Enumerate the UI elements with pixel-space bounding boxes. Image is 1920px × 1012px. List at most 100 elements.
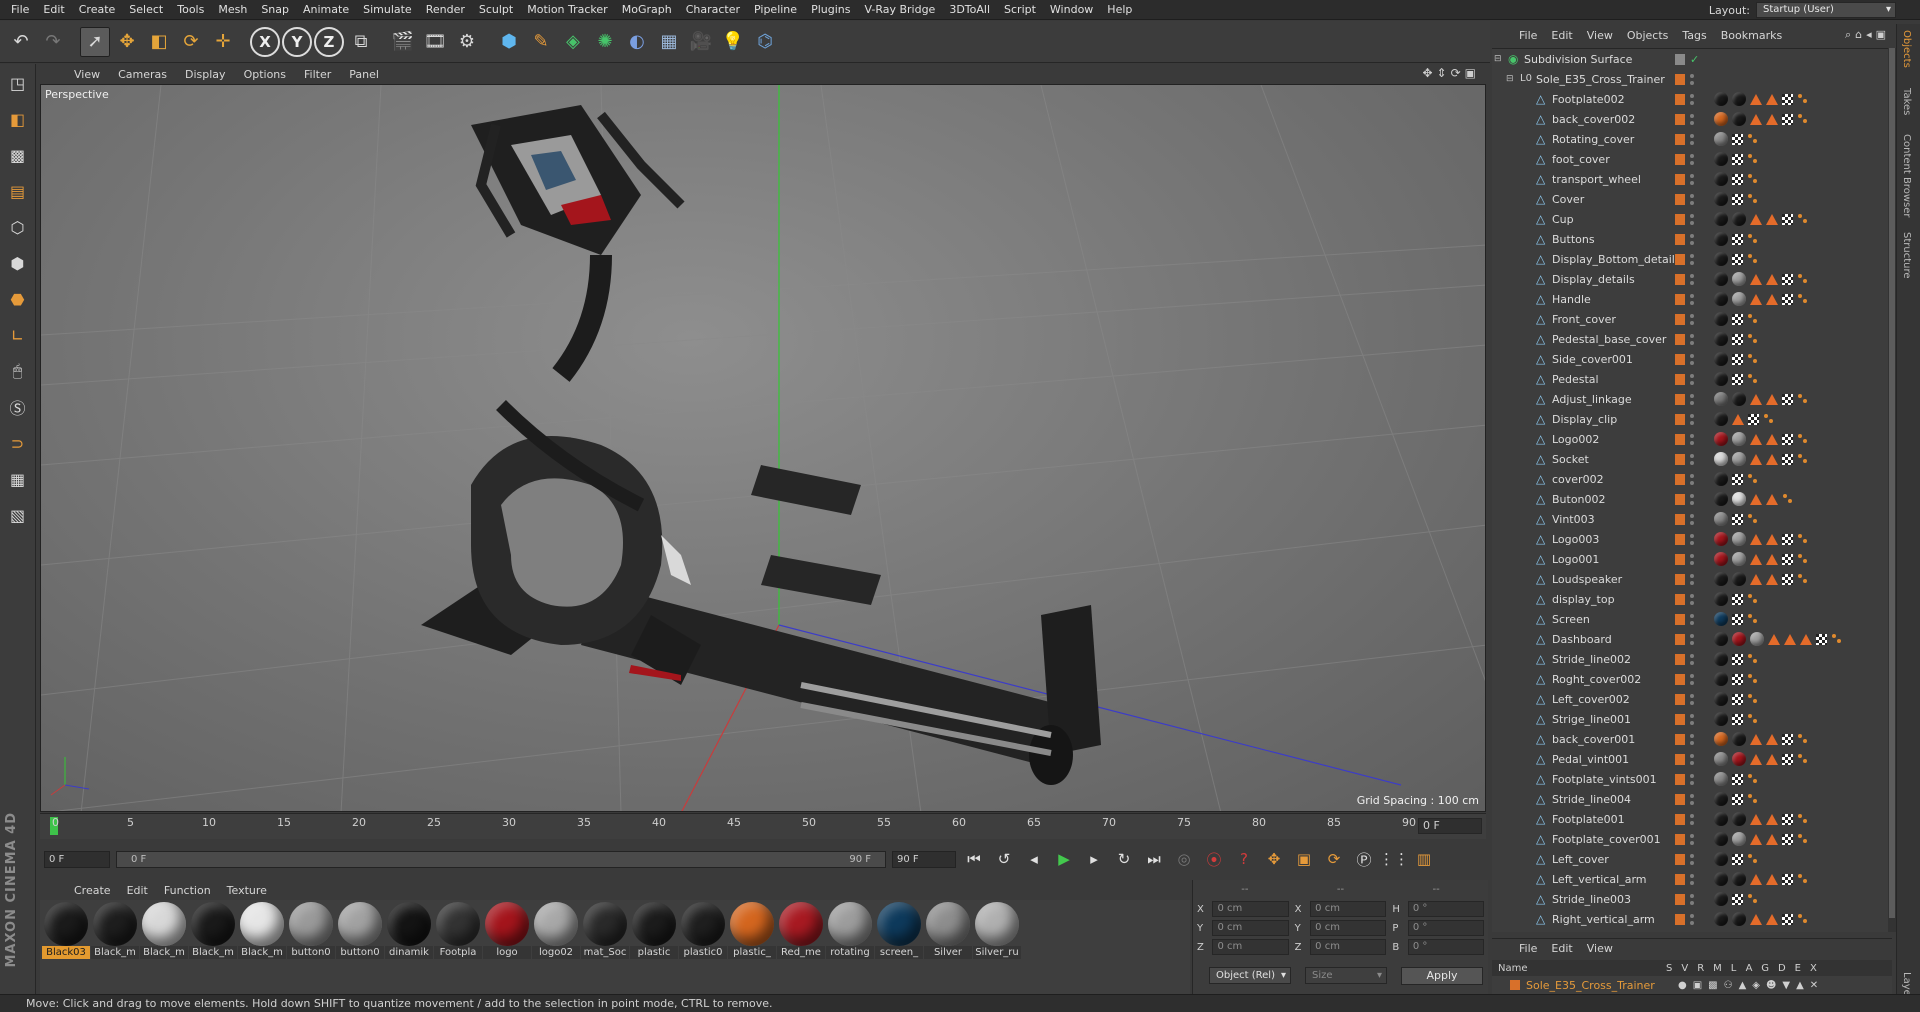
material-name[interactable]: Silver (924, 946, 972, 959)
object-row[interactable]: △ foot_cover (1492, 149, 1892, 169)
phong-tag-icon[interactable] (1750, 533, 1762, 545)
object-row[interactable]: △ back_cover002 (1492, 109, 1892, 129)
object-menu-bookmarks[interactable]: Bookmarks (1714, 29, 1789, 42)
visibility-dots[interactable] (1690, 733, 1694, 745)
object-name[interactable]: Logo002 (1552, 433, 1599, 446)
object-row[interactable]: △ Side_cover001 (1492, 349, 1892, 369)
material-tag-icon[interactable] (1714, 172, 1728, 186)
uvw-tag-icon[interactable] (1782, 913, 1793, 925)
object-name[interactable]: Display_details (1552, 273, 1635, 286)
uvw-tag-icon[interactable] (1732, 333, 1743, 345)
material-tag-icon[interactable] (1732, 832, 1746, 846)
layer-color-flag[interactable] (1675, 473, 1685, 485)
object-menu-tags[interactable]: Tags (1675, 29, 1713, 42)
material-preview-ball[interactable] (436, 902, 480, 946)
mograph-cloner-icon[interactable]: ✺ (590, 27, 620, 57)
object-name[interactable]: Pedestal (1552, 373, 1599, 386)
material-name[interactable]: rotating (826, 946, 874, 959)
object-name[interactable]: Buttons (1552, 233, 1595, 246)
texture-mode-icon[interactable]: ▩ (3, 140, 33, 170)
phong-tag-icon[interactable] (1750, 113, 1762, 125)
selection-tag-icon[interactable] (1747, 353, 1759, 365)
material-swatch[interactable]: Silver (924, 902, 972, 960)
uvw-tag-icon[interactable] (1732, 713, 1743, 725)
layer-color-flag[interactable] (1675, 793, 1685, 805)
layer-row[interactable]: Sole_E35_Cross_Trainer ●▣▩⚇▲◈☻▼▲✕ (1492, 976, 1892, 994)
material-tag-icon[interactable] (1714, 512, 1728, 526)
material-tag-icon[interactable] (1714, 732, 1728, 746)
material-preview-ball[interactable] (583, 902, 627, 946)
material-tag-icon[interactable] (1714, 192, 1728, 206)
menu-sculpt[interactable]: Sculpt (472, 3, 520, 16)
visibility-dots[interactable] (1690, 133, 1694, 145)
apply-button[interactable]: Apply (1401, 967, 1483, 985)
phong-tag-icon[interactable] (1750, 913, 1762, 925)
object-row[interactable]: △ Loudspeaker (1492, 569, 1892, 589)
tab-content-browser[interactable]: Content Browser (1901, 134, 1912, 217)
object-name[interactable]: Footplate001 (1552, 813, 1625, 826)
object-name[interactable]: Stride_line003 (1552, 893, 1631, 906)
uvw-tag-icon[interactable] (1732, 153, 1743, 165)
selection-tag-icon[interactable] (1797, 433, 1809, 445)
material-tag-icon[interactable] (1714, 92, 1728, 106)
material-tag-icon[interactable] (1732, 92, 1746, 106)
uvw-tag-icon[interactable] (1732, 233, 1743, 245)
menu-script[interactable]: Script (997, 3, 1043, 16)
object-list-scrollbar[interactable] (1888, 48, 1896, 932)
grid-snap-icon[interactable]: ▧ (3, 500, 33, 530)
selection-tag-icon[interactable] (1747, 473, 1759, 485)
points-mode-icon[interactable]: ⬡ (3, 212, 33, 242)
material-tag-icon[interactable] (1714, 812, 1728, 826)
coordinate-value-field[interactable]: 0 cm (1310, 939, 1387, 955)
scale-tool-icon[interactable]: ◧ (144, 27, 174, 57)
material-tag-icon[interactable] (1714, 132, 1728, 146)
material-swatch[interactable]: button0 (336, 902, 384, 960)
object-row[interactable]: ⊟ L0 Sole_E35_Cross_Trainer (1492, 69, 1892, 89)
phong-tag-icon[interactable] (1766, 813, 1778, 825)
object-row[interactable]: △ Display_clip (1492, 409, 1892, 429)
key-position-icon[interactable]: ✥ (1262, 847, 1286, 871)
layer-color-flag[interactable] (1675, 753, 1685, 765)
selection-tag-icon[interactable] (1747, 893, 1759, 905)
material-swatch[interactable]: Black03 (42, 902, 90, 960)
phong-tag-icon[interactable] (1766, 833, 1778, 845)
layer-color-flag[interactable] (1675, 113, 1685, 125)
render-settings-icon[interactable]: ⚙ (452, 27, 482, 57)
object-name[interactable]: Loudspeaker (1552, 573, 1622, 586)
menu-3dtoall[interactable]: 3DToAll (942, 3, 997, 16)
object-name[interactable]: Pedal_vint001 (1552, 753, 1629, 766)
object-menu-objects[interactable]: Objects (1620, 29, 1676, 42)
menu-mesh[interactable]: Mesh (211, 3, 254, 16)
object-row[interactable]: △ Cup (1492, 209, 1892, 229)
layer-menu-view[interactable]: View (1580, 942, 1620, 955)
selection-tag-icon[interactable] (1747, 853, 1759, 865)
material-swatch[interactable]: Red_me (777, 902, 825, 960)
material-tag-icon[interactable] (1714, 472, 1728, 486)
layer-color-flag[interactable] (1675, 713, 1685, 725)
material-name[interactable]: mat_Soc (581, 946, 629, 959)
phong-tag-icon[interactable] (1766, 873, 1778, 885)
material-tag-icon[interactable] (1714, 912, 1728, 926)
uvw-tag-icon[interactable] (1732, 853, 1743, 865)
selection-tag-icon[interactable] (1747, 233, 1759, 245)
object-row[interactable]: △ Strige_line001 (1492, 709, 1892, 729)
object-name[interactable]: Logo003 (1552, 533, 1599, 546)
phong-tag-icon[interactable] (1766, 93, 1778, 105)
uvw-tag-icon[interactable] (1782, 553, 1793, 565)
material-name[interactable]: Black_m (91, 946, 139, 959)
tab-structure[interactable]: Structure (1901, 232, 1912, 279)
material-tag-icon[interactable] (1732, 812, 1746, 826)
object-name[interactable]: Rotating_cover (1552, 133, 1634, 146)
visibility-dots[interactable] (1690, 793, 1694, 805)
layer-color-flag[interactable] (1675, 833, 1685, 845)
uvw-tag-icon[interactable] (1732, 793, 1743, 805)
material-preview-ball[interactable] (240, 902, 284, 946)
visibility-dots[interactable] (1690, 273, 1694, 285)
layer-color-flag[interactable] (1675, 313, 1685, 325)
material-menu-edit[interactable]: Edit (119, 884, 156, 897)
object-row[interactable]: △ Left_cover (1492, 849, 1892, 869)
object-name[interactable]: back_cover002 (1552, 113, 1635, 126)
layer-color-flag[interactable] (1675, 53, 1685, 65)
material-preview-ball[interactable] (387, 902, 431, 946)
expand-toggle-icon[interactable]: ⊟ (1494, 54, 1504, 64)
